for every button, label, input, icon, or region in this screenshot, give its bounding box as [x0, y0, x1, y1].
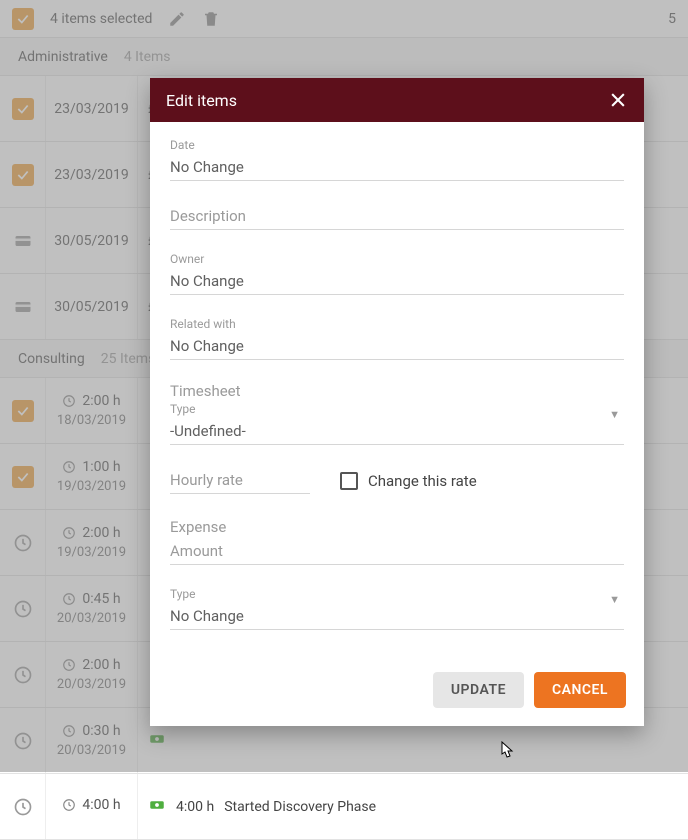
edit-items-modal: Edit items Date Owner Related with Times… — [150, 78, 644, 726]
cancel-button[interactable]: CANCEL — [534, 672, 626, 708]
date-label: Date — [170, 138, 624, 152]
date-input[interactable] — [170, 154, 624, 181]
row-text: Started Discovery Phase — [224, 799, 376, 815]
close-icon[interactable] — [608, 90, 628, 110]
modal-footer: UPDATE CANCEL — [150, 660, 644, 726]
amount-input[interactable] — [170, 538, 624, 565]
owner-label: Owner — [170, 252, 624, 266]
type-select[interactable] — [170, 418, 624, 445]
modal-header: Edit items — [150, 78, 644, 122]
description-input[interactable] — [170, 203, 624, 230]
type2-label: Type — [170, 587, 624, 601]
owner-input[interactable] — [170, 268, 624, 295]
chevron-down-icon: ▼ — [609, 593, 620, 606]
expense-section-title: Expense — [170, 518, 624, 536]
timesheet-section-title: Timesheet — [170, 382, 624, 400]
update-button[interactable]: UPDATE — [433, 672, 524, 708]
checkbox-icon — [340, 472, 358, 490]
row-extra-time: 4:00 h — [176, 799, 214, 815]
change-rate-checkbox[interactable]: Change this rate — [340, 472, 477, 490]
modal-title: Edit items — [166, 91, 237, 110]
type-label: Type — [170, 402, 624, 416]
row-time: 4:00 h — [82, 797, 120, 813]
money-icon — [148, 796, 166, 818]
table-row[interactable]: 4:00 h 4:00 h Started Discovery Phase — [0, 774, 688, 840]
related-input[interactable] — [170, 333, 624, 360]
clock-icon — [62, 798, 76, 812]
hourly-rate-input[interactable] — [170, 467, 310, 494]
chevron-down-icon: ▼ — [609, 408, 620, 421]
clock-icon — [13, 797, 33, 817]
type2-select[interactable] — [170, 603, 624, 630]
related-label: Related with — [170, 317, 624, 331]
